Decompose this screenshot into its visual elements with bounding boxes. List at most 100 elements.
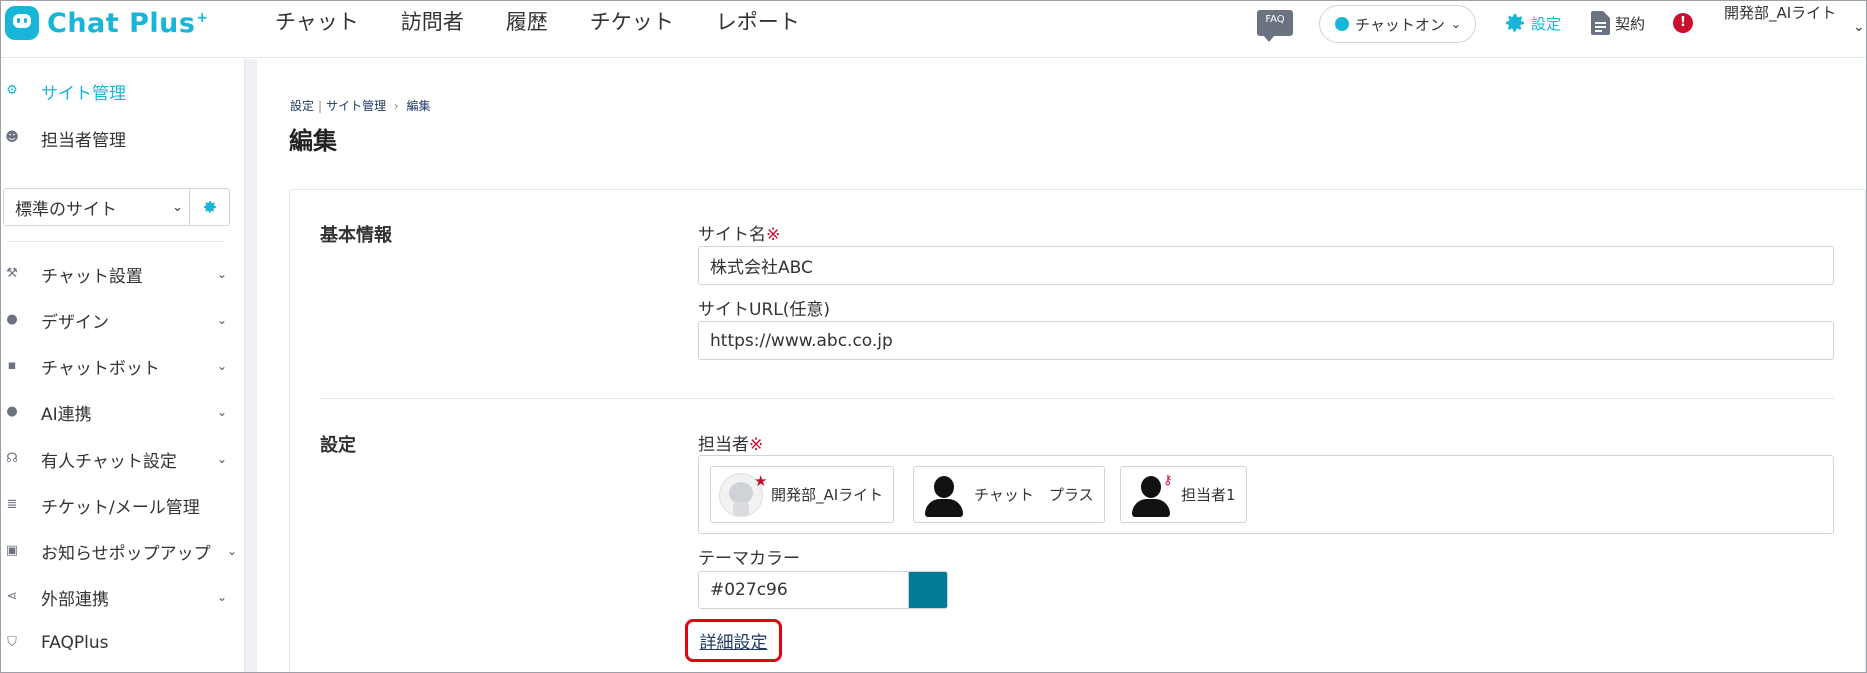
contract-label: 契約 <box>1615 14 1646 33</box>
chat-status-label: チャットオン <box>1355 15 1445 34</box>
staff-name: チャット プラス <box>974 486 1094 504</box>
chevron-down-icon: ⌄ <box>1450 17 1461 31</box>
staff-label: 担当者※ <box>698 435 764 455</box>
site-name-label: サイト名※ <box>698 225 781 245</box>
section-basic-info: 基本情報 <box>320 225 392 246</box>
popup-icon: ▣ <box>5 543 19 558</box>
breadcrumb-separator: | <box>318 99 323 113</box>
chevron-down-icon[interactable]: ⌄ <box>1853 19 1865 35</box>
sidebar-item-site-management[interactable]: ⚙ サイト管理 <box>1 71 245 111</box>
breadcrumb-site-management[interactable]: サイト管理 <box>326 99 386 113</box>
sidebar-item-label: チャットボット <box>41 358 160 379</box>
chevron-down-icon: ⌄ <box>216 590 227 604</box>
sidebar-item-label: FAQPlus <box>41 633 109 653</box>
section-settings: 設定 <box>320 435 356 456</box>
tools-icon: ⚒ <box>6 266 18 281</box>
user-menu[interactable]: 開発部_AIライト <box>1724 3 1840 24</box>
palette-icon: ● <box>6 312 18 327</box>
share-icon: ⋖ <box>6 589 18 604</box>
site-url-label: サイトURL(任意) <box>698 300 830 320</box>
document-icon <box>1591 11 1610 35</box>
sidebar-item-live-chat-settings[interactable]: ☊ 有人チャット設定 ⌄ <box>1 439 245 479</box>
required-mark: ※ <box>766 225 781 245</box>
detail-settings-highlight: 詳細設定 <box>685 619 782 662</box>
sidebar-item-faqplus[interactable]: ⛉ FAQPlus <box>1 623 245 663</box>
sidebar-item-label: お知らせポップアップ <box>41 543 211 564</box>
sidebar-item-ticket-mail[interactable]: ≣ チケット/メール管理 <box>1 485 245 525</box>
theme-color-input[interactable]: #027c96 <box>698 571 908 609</box>
page-title: 編集 <box>289 127 337 155</box>
site-select-value: 標準のサイト <box>15 199 117 220</box>
app-frame: Chat Plus+ チャット 訪問者 履歴 チケット レポート FAQ チャッ… <box>0 0 1867 673</box>
sidebar-item-chat-setup[interactable]: ⚒ チャット設置 ⌄ <box>1 254 245 294</box>
star-icon: ★ <box>754 471 768 490</box>
site-url-input[interactable]: https://www.abc.co.jp <box>698 321 1834 360</box>
top-header: Chat Plus+ チャット 訪問者 履歴 チケット レポート FAQ チャッ… <box>1 1 1866 58</box>
section-divider <box>319 398 1834 399</box>
sidebar-item-label: サイト管理 <box>41 83 126 104</box>
staff-chip-staff1[interactable]: ⚷ 担当者1 <box>1120 466 1247 523</box>
list-icon: ≣ <box>6 497 18 512</box>
user-gear-icon: ☻ <box>5 130 19 145</box>
breadcrumb-settings[interactable]: 設定 <box>290 99 314 113</box>
staff-name: 担当者1 <box>1181 486 1236 504</box>
nav-tickets[interactable]: チケット <box>590 7 674 37</box>
theme-color-label: テーマカラー <box>698 549 800 569</box>
sidebar-scrollbar[interactable] <box>245 59 257 672</box>
faq-icon[interactable]: FAQ <box>1257 10 1293 42</box>
sidebar-item-notice-popup[interactable]: ▣ お知らせポップアップ ⌄ <box>1 531 245 571</box>
sidebar-divider <box>7 241 223 242</box>
sidebar-item-label: 有人チャット設定 <box>41 451 177 472</box>
theme-color-swatch[interactable] <box>908 571 948 609</box>
avatar: ★ <box>719 472 767 517</box>
nav-visitors[interactable]: 訪問者 <box>401 7 464 37</box>
logo[interactable]: Chat Plus+ <box>5 5 209 41</box>
sidebar-item-chatbot[interactable]: ▪ チャットボット ⌄ <box>1 346 245 386</box>
key-icon: ⚷ <box>1163 472 1173 488</box>
sidebar-item-label: AI連携 <box>41 404 92 425</box>
headset-icon: ☊ <box>6 451 18 466</box>
ai-head-icon: ● <box>6 404 18 419</box>
site-settings-button[interactable] <box>190 188 230 226</box>
logo-text: Chat Plus+ <box>47 7 209 39</box>
chevron-down-icon: ⌄ <box>216 405 227 419</box>
sidebar-item-ai-integration[interactable]: ● AI連携 ⌄ <box>1 392 245 432</box>
site-select[interactable]: 標準のサイト ⌄ <box>3 188 190 226</box>
sidebar-item-label: チケット/メール管理 <box>41 497 200 518</box>
nav-chat[interactable]: チャット <box>275 7 359 37</box>
chevron-down-icon: ⌄ <box>216 359 227 373</box>
settings-link[interactable]: 設定 <box>1503 11 1561 35</box>
staff-name: 開発部_AIライト <box>771 486 884 504</box>
sidebar-item-label: チャット設置 <box>41 266 143 287</box>
sidebar-item-label: 担当者管理 <box>41 130 126 151</box>
chat-bubble-logo-icon <box>5 6 39 40</box>
staff-selector[interactable]: ★ 開発部_AIライト チャット プラス ⚷ 担当者1 <box>698 455 1834 534</box>
staff-chip-chat-plus[interactable]: チャット プラス <box>913 466 1105 523</box>
chevron-down-icon: ⌄ <box>216 452 227 466</box>
status-dot-icon <box>1335 17 1349 31</box>
shield-icon: ⛉ <box>7 635 17 650</box>
avatar: ⚷ <box>1129 472 1173 517</box>
staff-chip-dev-ai-lite[interactable]: ★ 開発部_AIライト <box>710 466 895 523</box>
nav-reports[interactable]: レポート <box>716 7 800 37</box>
sidebar-item-external-integration[interactable]: ⋖ 外部連携 ⌄ <box>1 577 245 617</box>
alert-icon[interactable]: ! <box>1673 13 1693 33</box>
sidebar-item-label: 外部連携 <box>41 589 109 610</box>
settings-label: 設定 <box>1531 14 1562 33</box>
avatar <box>922 472 966 517</box>
sidebar-item-design[interactable]: ● デザイン ⌄ <box>1 300 245 340</box>
chat-status-toggle[interactable]: チャットオン ⌄ <box>1319 5 1476 43</box>
sidebar-item-staff-management[interactable]: ☻ 担当者管理 <box>1 118 245 158</box>
site-name-input[interactable]: 株式会社ABC <box>698 246 1834 285</box>
gear-icon: ⚙ <box>6 83 18 98</box>
main-nav: チャット 訪問者 履歴 チケット レポート <box>275 7 842 37</box>
breadcrumb: 設定 | サイト管理 › 編集 <box>290 97 431 114</box>
chevron-down-icon: ⌄ <box>226 544 237 558</box>
contract-link[interactable]: 契約 <box>1591 11 1645 35</box>
chat-icon: ▪ <box>7 358 17 373</box>
nav-history[interactable]: 履歴 <box>506 7 548 37</box>
breadcrumb-current: 編集 <box>406 99 431 113</box>
breadcrumb-separator: › <box>390 99 403 113</box>
detail-settings-link[interactable]: 詳細設定 <box>700 628 768 653</box>
chevron-down-icon: ⌄ <box>216 267 227 281</box>
